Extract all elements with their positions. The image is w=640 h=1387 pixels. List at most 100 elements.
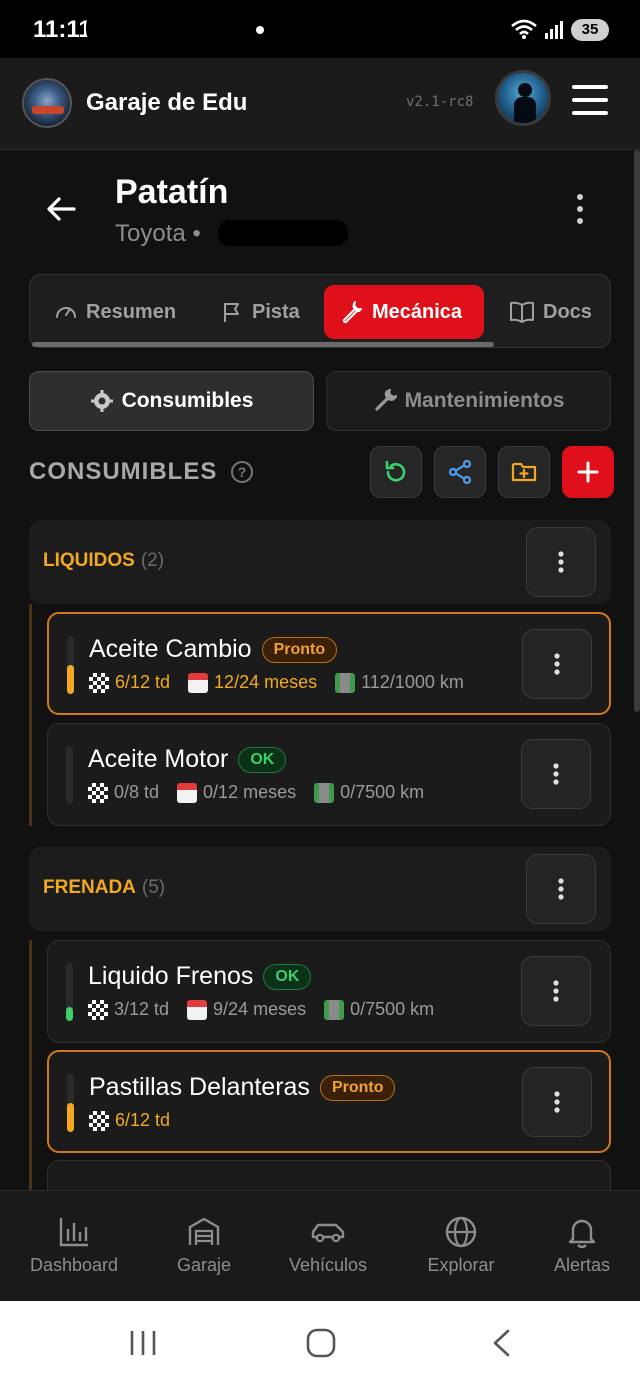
item-options-button[interactable]: [522, 1067, 592, 1137]
consumable-name: Aceite Motor OK: [88, 745, 287, 774]
home-icon[interactable]: [306, 1328, 336, 1358]
wifi-icon: [511, 19, 537, 39]
consumable-item[interactable]: Aceite Motor OK 0/8 td 0/12 meses 0/7500 …: [47, 723, 611, 826]
progress-bar: [67, 1074, 74, 1132]
nav-vehiculos-label: Vehículos: [288, 1255, 368, 1275]
item-options-button[interactable]: [521, 739, 591, 809]
tab-docs[interactable]: Docs: [509, 285, 592, 339]
nav-vehiculos[interactable]: Vehículos: [264, 1215, 392, 1276]
nav-alertas[interactable]: Alertas: [518, 1215, 640, 1276]
redacted-plate: [218, 220, 348, 246]
bell-icon: [568, 1219, 596, 1249]
tab-pista-label: Pista: [252, 300, 300, 323]
segment-mantenimientos-label: Mantenimientos: [404, 389, 565, 412]
gauge-icon: [56, 307, 76, 318]
system-navigation-bar: [0, 1301, 640, 1387]
segment-mantenimientos[interactable]: Mantenimientos: [326, 371, 611, 431]
app-header: Garaje de Edu v2.1-rc8: [0, 58, 640, 150]
menu-icon[interactable]: [572, 85, 608, 121]
folder-plus-icon: [511, 462, 537, 482]
app-logo[interactable]: [22, 78, 72, 128]
group-options-button[interactable]: [526, 854, 596, 924]
bottom-navigation: Dashboard Garaje Vehículos Explorar Aler…: [0, 1190, 640, 1301]
nav-dashboard[interactable]: Dashboard: [10, 1215, 138, 1276]
more-vertical-icon: [558, 551, 564, 573]
app-version: v2.1-rc8: [406, 94, 474, 110]
share-button[interactable]: [434, 446, 486, 498]
progress-bar: [66, 963, 73, 1021]
segment-consumibles-label: Consumibles: [121, 389, 254, 412]
group-title: FRENADA (5): [43, 877, 166, 898]
group-count: (5): [141, 877, 166, 898]
redacted-notification: [86, 8, 246, 48]
item-options-button[interactable]: [522, 629, 592, 699]
road-icon: [324, 999, 345, 1020]
back-arrow-icon[interactable]: [44, 192, 78, 226]
more-vertical-icon: [554, 1091, 560, 1113]
flag-icon: [224, 303, 239, 322]
progress-bar: [67, 636, 74, 694]
consumable-stats: 3/12 td 9/24 meses 0/7500 km: [88, 999, 434, 1020]
consumable-item[interactable]: Aceite Cambio Pronto 6/12 td 12/24 meses …: [47, 612, 611, 715]
status-time: 11:11: [33, 16, 92, 43]
new-folder-button[interactable]: [498, 446, 550, 498]
tab-resumen[interactable]: Resumen: [54, 285, 176, 339]
consumable-item[interactable]: Liquido Frenos OK 3/12 td 9/24 meses 0/75…: [47, 940, 611, 1043]
help-icon[interactable]: ?: [231, 461, 253, 483]
status-badge: Pronto: [261, 637, 338, 663]
more-vertical-icon: [554, 653, 560, 675]
group-options-button[interactable]: [526, 527, 596, 597]
add-consumable-button[interactable]: [562, 446, 614, 498]
group-count: (2): [140, 550, 165, 571]
status-badge: Pronto: [319, 1075, 396, 1101]
calendar-icon: [188, 672, 209, 693]
wrench-icon: [342, 301, 362, 324]
user-avatar[interactable]: [495, 70, 551, 126]
segment-consumibles[interactable]: Consumibles: [29, 371, 314, 431]
calendar-icon: [187, 999, 208, 1020]
nav-explorar[interactable]: Explorar: [397, 1215, 525, 1276]
signal-icon: [545, 21, 563, 39]
nav-alertas-label: Alertas: [553, 1255, 611, 1275]
more-vertical-icon: [553, 763, 559, 785]
nav-garaje-label: Garaje: [176, 1255, 232, 1275]
nav-explorar-label: Explorar: [427, 1255, 495, 1275]
road-icon: [314, 782, 335, 803]
group-frenada: FRENADA (5): [29, 847, 611, 931]
vehicle-tabs: Resumen Pista Mecánica Docs: [29, 274, 611, 348]
consumable-stats: 6/12 td: [89, 1110, 170, 1131]
road-icon: [335, 672, 356, 693]
consumable-item[interactable]: Pastillas Delanteras Pronto 6/12 td: [47, 1050, 611, 1153]
tabs-scrollbar[interactable]: [32, 342, 494, 347]
back-icon[interactable]: [490, 1328, 512, 1358]
status-bar: 11:11 35: [0, 0, 640, 58]
garage-icon: [188, 1217, 220, 1245]
vehicle-name: Patatín: [115, 173, 229, 211]
consumable-name: Aceite Cambio Pronto: [89, 635, 338, 664]
tab-pista[interactable]: Pista: [220, 285, 300, 339]
tab-mecanica[interactable]: Mecánica: [324, 285, 484, 339]
consumable-stats: 0/8 td 0/12 meses 0/7500 km: [88, 782, 424, 803]
consumable-name: Pastillas Delanteras Pronto: [89, 1073, 396, 1102]
calendar-icon: [177, 782, 198, 803]
section-title: CONSUMIBLES: [29, 458, 218, 485]
group-title: LIQUIDOS (2): [43, 550, 165, 571]
progress-bar: [66, 746, 73, 804]
consumable-name: Liquido Frenos OK: [88, 962, 312, 991]
checkered-flag-icon: [88, 999, 108, 1020]
checkered-flag-icon: [89, 672, 109, 693]
nav-garaje[interactable]: Garaje: [140, 1215, 268, 1276]
group-liquidos: LIQUIDOS (2): [29, 520, 611, 604]
recent-apps-icon[interactable]: [128, 1329, 158, 1357]
more-vertical-icon[interactable]: [566, 192, 594, 226]
vehicle-brand: Toyota •: [115, 220, 201, 247]
more-vertical-icon: [558, 878, 564, 900]
tab-resumen-label: Resumen: [86, 300, 177, 323]
checkered-flag-icon: [88, 782, 108, 803]
page-scrollbar[interactable]: [634, 150, 640, 712]
app-title[interactable]: Garaje de Edu: [86, 89, 247, 117]
refresh-button[interactable]: [370, 446, 422, 498]
tab-docs-label: Docs: [543, 300, 592, 323]
bar-chart-icon: [59, 1218, 88, 1247]
item-options-button[interactable]: [521, 956, 591, 1026]
